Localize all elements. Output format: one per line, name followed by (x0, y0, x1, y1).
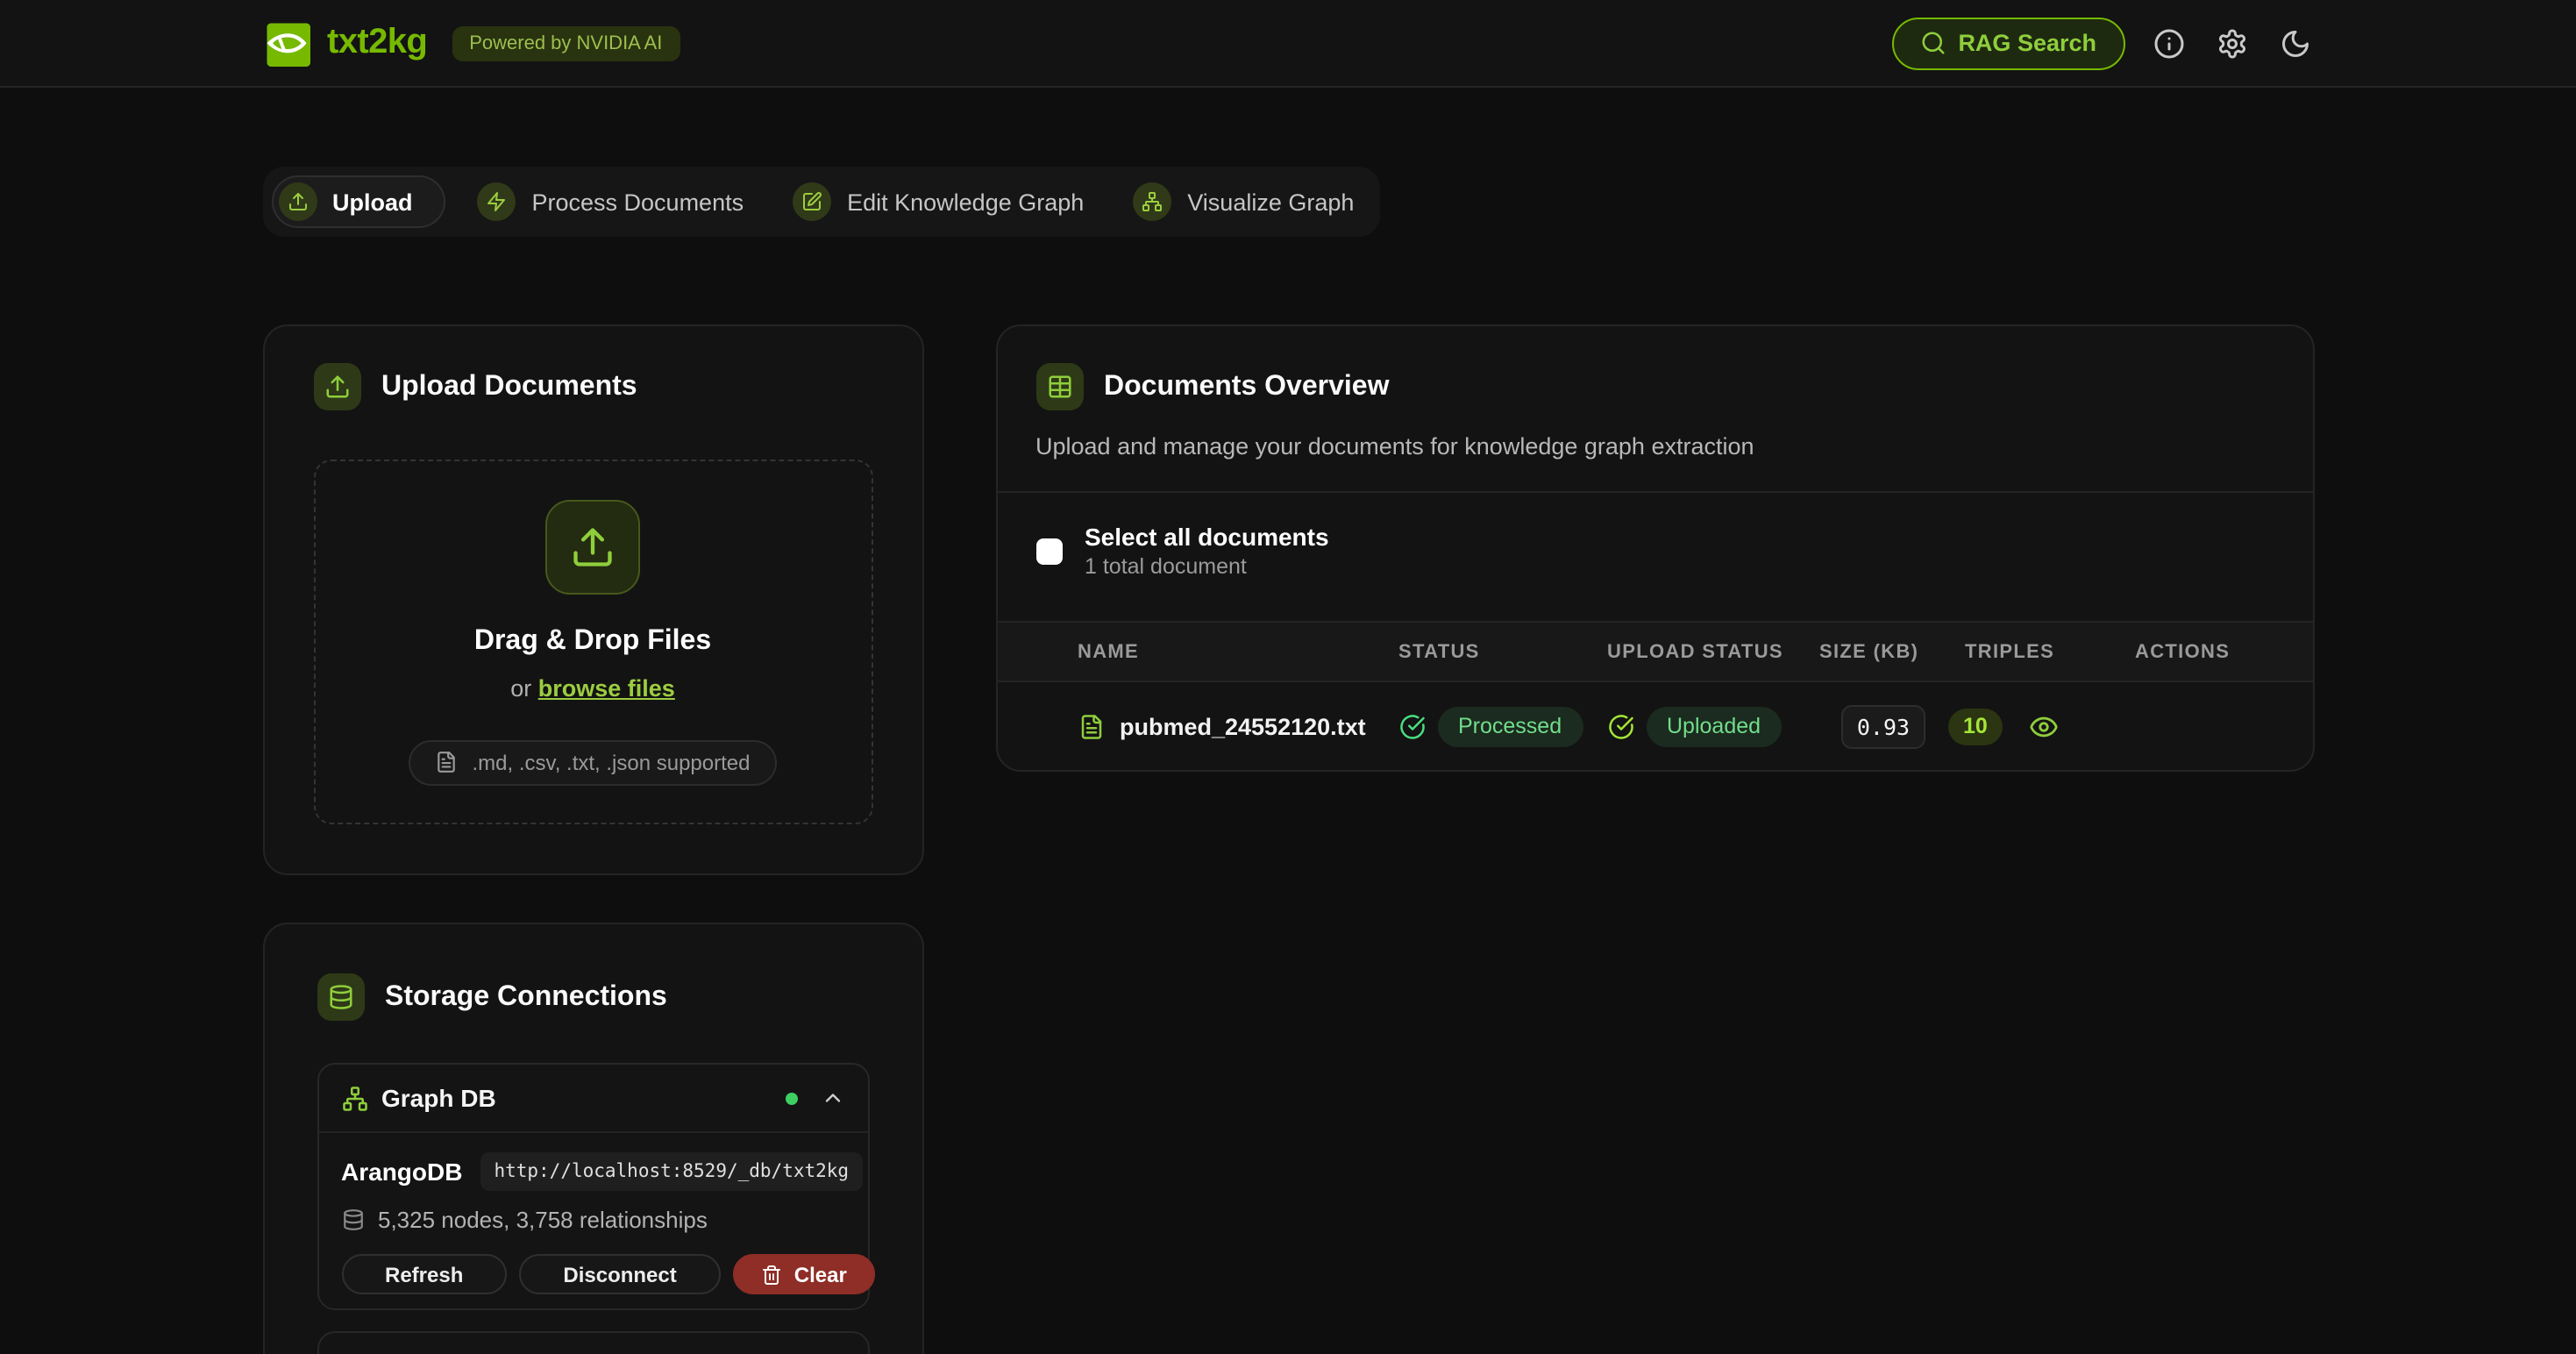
tab-process-documents[interactable]: Process Documents (471, 175, 762, 228)
storage-connections-card: Storage Connections Graph DB (262, 923, 923, 1354)
upload-card-title: Upload Documents (381, 371, 637, 403)
tab-upload[interactable]: Upload (271, 175, 446, 228)
status-badge: Processed (1437, 706, 1583, 746)
file-dropzone[interactable]: Drag & Drop Files or browse files .md, .… (313, 460, 872, 824)
size-value: 0.93 (1841, 704, 1925, 748)
upload-icon (313, 363, 360, 410)
dropzone-subtitle: or browse files (510, 674, 675, 701)
select-all-checkbox[interactable] (1035, 538, 1062, 564)
document-name: pubmed_24552120.txt (1120, 713, 1366, 739)
moon-icon (2279, 27, 2310, 59)
triples-badge: 10 (1947, 708, 2003, 745)
top-header: txt2kg Powered by NVIDIA AI RAG Search (0, 0, 2576, 88)
graph-db-panel: Graph DB ArangoDB http://localhost:8529/… (317, 1063, 869, 1310)
upload-documents-card: Upload Documents Drag & Drop Files or br… (262, 324, 923, 875)
table-icon (1035, 363, 1083, 410)
select-all-row: Select all documents 1 total document (997, 493, 2312, 621)
database-icon (341, 1208, 364, 1231)
documents-card-title: Documents Overview (1104, 371, 1389, 403)
brand: txt2kg Powered by NVIDIA AI (262, 19, 680, 67)
dropzone-title: Drag & Drop Files (474, 625, 711, 657)
graph-db-label: Graph DB (381, 1084, 496, 1112)
column-triples: TRIPLES (1947, 641, 2028, 662)
main-content: Upload Process Documents Edit Knowledge … (262, 88, 2314, 1354)
storage-card-title: Storage Connections (385, 981, 667, 1013)
header-actions: RAG Search (1891, 17, 2314, 69)
graph-db-header[interactable]: Graph DB (318, 1065, 867, 1133)
zap-icon (478, 182, 516, 221)
refresh-button[interactable]: Refresh (341, 1254, 507, 1294)
documents-card-subtitle: Upload and manage your documents for kno… (1035, 433, 2274, 460)
txt2kg-app: txt2kg Powered by NVIDIA AI RAG Search (0, 0, 2576, 1354)
vector-db-header[interactable]: Vector DB (318, 1333, 867, 1354)
select-all-label: Select all documents (1085, 523, 1329, 551)
column-actions: ACTIONS (2028, 641, 2274, 662)
or-text: or (510, 674, 531, 701)
rag-search-button[interactable]: RAG Search (1891, 17, 2124, 69)
database-icon (317, 973, 364, 1021)
upload-status-badge: Uploaded (1646, 706, 1782, 746)
tab-edit-knowledge-graph[interactable]: Edit Knowledge Graph (786, 175, 1101, 228)
graph-db-url: http://localhost:8529/_db/txt2kg (480, 1152, 863, 1191)
vector-db-panel: Vector DB (317, 1331, 869, 1354)
disconnect-button[interactable]: Disconnect (519, 1254, 720, 1294)
theme-toggle-button[interactable] (2275, 24, 2314, 62)
column-upload-status: UPLOAD STATUS (1607, 641, 1819, 662)
powered-by-badge: Powered by NVIDIA AI (452, 25, 680, 61)
tab-upload-label: Upload (332, 189, 413, 215)
table-row: pubmed_24552120.txt Processed Uploaded 0… (997, 682, 2312, 770)
tab-visualize-graph[interactable]: Visualize Graph (1126, 175, 1371, 228)
tab-process-documents-label: Process Documents (532, 189, 744, 215)
total-documents-label: 1 total document (1085, 554, 1329, 579)
edit-icon (793, 182, 831, 221)
file-text-icon (1078, 713, 1104, 739)
clear-button-label: Clear (794, 1262, 847, 1286)
upload-icon (278, 182, 317, 221)
column-name: NAME (1078, 641, 1398, 662)
check-circle-icon (1398, 713, 1425, 739)
clear-button[interactable]: Clear (733, 1254, 875, 1294)
graph-db-body: ArangoDB http://localhost:8529/_db/txt2k… (318, 1133, 867, 1308)
view-document-button[interactable] (2028, 711, 2058, 741)
settings-button[interactable] (2212, 24, 2251, 62)
rag-search-label: RAG Search (1958, 30, 2096, 56)
graph-db-name: ArangoDB (341, 1158, 462, 1186)
check-circle-icon (1607, 713, 1633, 739)
trash-icon (761, 1264, 782, 1285)
column-status: STATUS (1398, 641, 1607, 662)
file-icon (435, 751, 458, 773)
column-size: SIZE (KB) (1819, 641, 1947, 662)
documents-overview-card: Documents Overview Upload and manage you… (995, 324, 2314, 772)
tab-edit-knowledge-graph-label: Edit Knowledge Graph (847, 189, 1084, 215)
supported-formats-label: .md, .csv, .txt, .json supported (472, 750, 750, 774)
nvidia-logo-icon (262, 19, 310, 67)
search-icon (1919, 30, 1946, 56)
supported-formats-pill: .md, .csv, .txt, .json supported (409, 739, 776, 785)
info-icon (2153, 27, 2184, 59)
chevron-up-icon[interactable] (820, 1086, 844, 1110)
graph-db-stats: 5,325 nodes, 3,758 relationships (378, 1207, 708, 1233)
table-header: NAME STATUS UPLOAD STATUS SIZE (KB) TRIP… (997, 621, 2312, 682)
gear-icon (2216, 27, 2247, 59)
graph-icon (1133, 182, 1171, 221)
eye-icon (2028, 711, 2058, 741)
tab-bar: Upload Process Documents Edit Knowledge … (262, 167, 1380, 237)
brand-name: txt2kg (327, 23, 427, 63)
connected-status-dot (785, 1092, 797, 1104)
browse-files-link[interactable]: browse files (538, 674, 675, 701)
info-button[interactable] (2149, 24, 2188, 62)
network-icon (341, 1085, 367, 1111)
tab-visualize-graph-label: Visualize Graph (1187, 189, 1354, 215)
upload-icon (545, 499, 640, 594)
